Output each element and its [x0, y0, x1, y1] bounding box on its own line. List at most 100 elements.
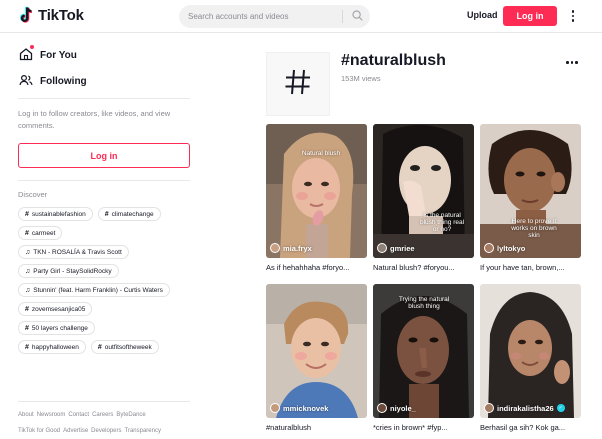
sidebar: For You Following Log in to follow creat…: [0, 34, 200, 439]
footer-link[interactable]: Newsroom: [37, 412, 66, 418]
video-caption[interactable]: As if hehahhaha #foryo...: [266, 263, 367, 272]
video-card[interactable]: mmicknovek #naturalblush: [266, 284, 367, 432]
video-author[interactable]: mmicknovek: [270, 403, 328, 413]
verified-badge-icon: ✓: [556, 404, 565, 412]
share-more-icon[interactable]: [566, 61, 580, 65]
discover-tag[interactable]: #50 layers challenge: [18, 321, 95, 335]
more-options-icon[interactable]: [568, 8, 578, 24]
tiktok-logo[interactable]: TikTok: [19, 6, 84, 24]
nav-for-you[interactable]: For You: [19, 45, 77, 64]
footer-link[interactable]: Contact: [68, 412, 89, 418]
video-thumbnail[interactable]: Trying the natural blush thing niyole_: [373, 284, 474, 418]
footer-link[interactable]: About: [18, 412, 34, 418]
hashtag-icon: #: [25, 324, 29, 332]
video-thumbnail[interactable]: mmicknovek: [266, 284, 367, 418]
hashtag-icon: #: [104, 210, 109, 218]
search-button[interactable]: [344, 5, 370, 28]
discover-song[interactable]: ♫ Stunnin' (feat. Harm Franklin) - Curtis…: [18, 283, 170, 297]
video-caption[interactable]: Natural blush? #foryou...: [373, 263, 474, 272]
nav-following-label: Following: [40, 76, 87, 87]
top-header: TikTok Upload Log in: [0, 0, 602, 33]
video-author[interactable]: lyltokyo: [484, 243, 525, 253]
video-author[interactable]: niyole_: [377, 403, 416, 413]
footer-link[interactable]: TikTok for Good: [18, 428, 60, 434]
discover-tag[interactable]: # outfitsoftheweek: [90, 340, 159, 354]
nav-for-you-label: For You: [40, 50, 77, 61]
video-card[interactable]: Is the natural blush thing real or no? g…: [373, 124, 474, 272]
tag-label: Party Girl - StaySolidRocky: [33, 267, 112, 275]
hashtag-icon: #: [25, 305, 29, 313]
sidebar-divider: [18, 180, 190, 181]
page-title: #naturalblush: [341, 52, 446, 69]
search-divider: [342, 10, 343, 23]
sidebar-login-button[interactable]: Log in: [18, 143, 190, 168]
avatar: [270, 403, 280, 413]
music-note-icon: ♫: [25, 267, 31, 275]
tag-label: Stunnin' (feat. Harm Franklin) - Curtis …: [33, 286, 163, 294]
video-caption[interactable]: #naturalblush: [266, 423, 367, 432]
tiktok-note-icon: [19, 6, 35, 24]
upload-link[interactable]: Upload: [467, 10, 498, 20]
avatar: [270, 243, 280, 253]
hashtag-icon: #: [25, 229, 29, 237]
video-overlay-text: Trying the natural blush thing: [398, 296, 450, 310]
hashtag-icon: [282, 66, 314, 103]
author-name: mmicknovek: [283, 403, 329, 413]
avatar: [484, 243, 494, 253]
hashtag-icon: #: [97, 343, 102, 351]
video-overlay-text: Natural blush: [301, 150, 341, 157]
discover-tag[interactable]: # happyhalloween: [18, 340, 86, 354]
video-card[interactable]: Natural blush mia.fryx As if hehahhaha #…: [266, 124, 367, 272]
footer-link[interactable]: Transparency: [125, 428, 161, 434]
nav-following[interactable]: Following: [19, 73, 87, 90]
sidebar-divider: [18, 98, 190, 99]
discover-tag[interactable]: # climatechange: [97, 207, 161, 221]
author-name: gmriee: [390, 243, 415, 253]
video-caption[interactable]: Berhasil ga sih? Kok ga...: [480, 423, 581, 432]
video-card[interactable]: Trying the natural blush thing niyole_ *…: [373, 284, 474, 432]
discover-song[interactable]: ♫ Party Girl - StaySolidRocky: [18, 264, 119, 278]
video-author[interactable]: mia.fryx: [270, 243, 312, 253]
tag-label: carmeet: [31, 229, 56, 237]
author-name: mia.fryx: [283, 243, 312, 253]
video-card[interactable]: Here to prove it works on brown skin lyl…: [480, 124, 581, 272]
video-card[interactable]: indirakalistha26 ✓ Berhasil ga sih? Kok …: [480, 284, 581, 432]
discover-song[interactable]: ♫ TKN - ROSALÍA & Travis Scott: [18, 245, 129, 259]
login-prompt-text: Log in to follow creators, like videos, …: [18, 109, 171, 130]
video-thumbnail[interactable]: Is the natural blush thing real or no? g…: [373, 124, 474, 258]
video-thumbnail[interactable]: Natural blush mia.fryx: [266, 124, 367, 258]
tag-label: 50 layers challenge: [31, 324, 88, 332]
notification-dot-icon: [30, 45, 34, 49]
avatar: [484, 403, 494, 413]
hashtag-icon: #: [25, 210, 29, 218]
footer-link[interactable]: Careers: [92, 412, 113, 418]
footer-link[interactable]: Developers: [91, 428, 121, 434]
search-bar[interactable]: [179, 5, 370, 28]
search-input[interactable]: [188, 5, 338, 28]
video-thumbnail[interactable]: indirakalistha26 ✓: [480, 284, 581, 418]
video-caption[interactable]: If your have tan, brown,...: [480, 263, 581, 272]
video-thumbnail[interactable]: Here to prove it works on brown skin lyl…: [480, 124, 581, 258]
tag-label: TKN - ROSALÍA & Travis Scott: [33, 248, 122, 256]
video-caption[interactable]: *cries in brown* #fyp...: [373, 423, 474, 432]
search-icon: [351, 8, 363, 26]
discover-tags: # sustainablefashion # climatechange # carm…: [18, 207, 194, 359]
discover-tag[interactable]: # sustainablefashion: [18, 207, 93, 221]
users-icon: [19, 73, 33, 90]
video-author[interactable]: gmriee: [377, 243, 415, 253]
logo-text: TikTok: [38, 6, 84, 24]
discover-title: Discover: [18, 190, 48, 199]
avatar: [377, 243, 387, 253]
discover-tag[interactable]: # carmeet: [18, 226, 63, 240]
footer-links-primary: About Newsroom Contact Careers ByteDance: [18, 412, 196, 418]
tag-label: zovemsesanjica05: [31, 305, 86, 313]
video-author[interactable]: indirakalistha26 ✓: [484, 403, 565, 413]
discover-tag[interactable]: # zovemsesanjica05: [18, 302, 93, 316]
header-login-button[interactable]: Log in: [503, 6, 557, 26]
music-note-icon: ♫: [25, 286, 31, 294]
avatar: [377, 403, 387, 413]
video-overlay-text: Here to prove it works on brown skin: [511, 218, 557, 239]
footer-link[interactable]: Advertise: [63, 428, 88, 434]
tag-label: sustainablefashion: [31, 210, 86, 218]
footer-link[interactable]: ByteDance: [116, 412, 145, 418]
